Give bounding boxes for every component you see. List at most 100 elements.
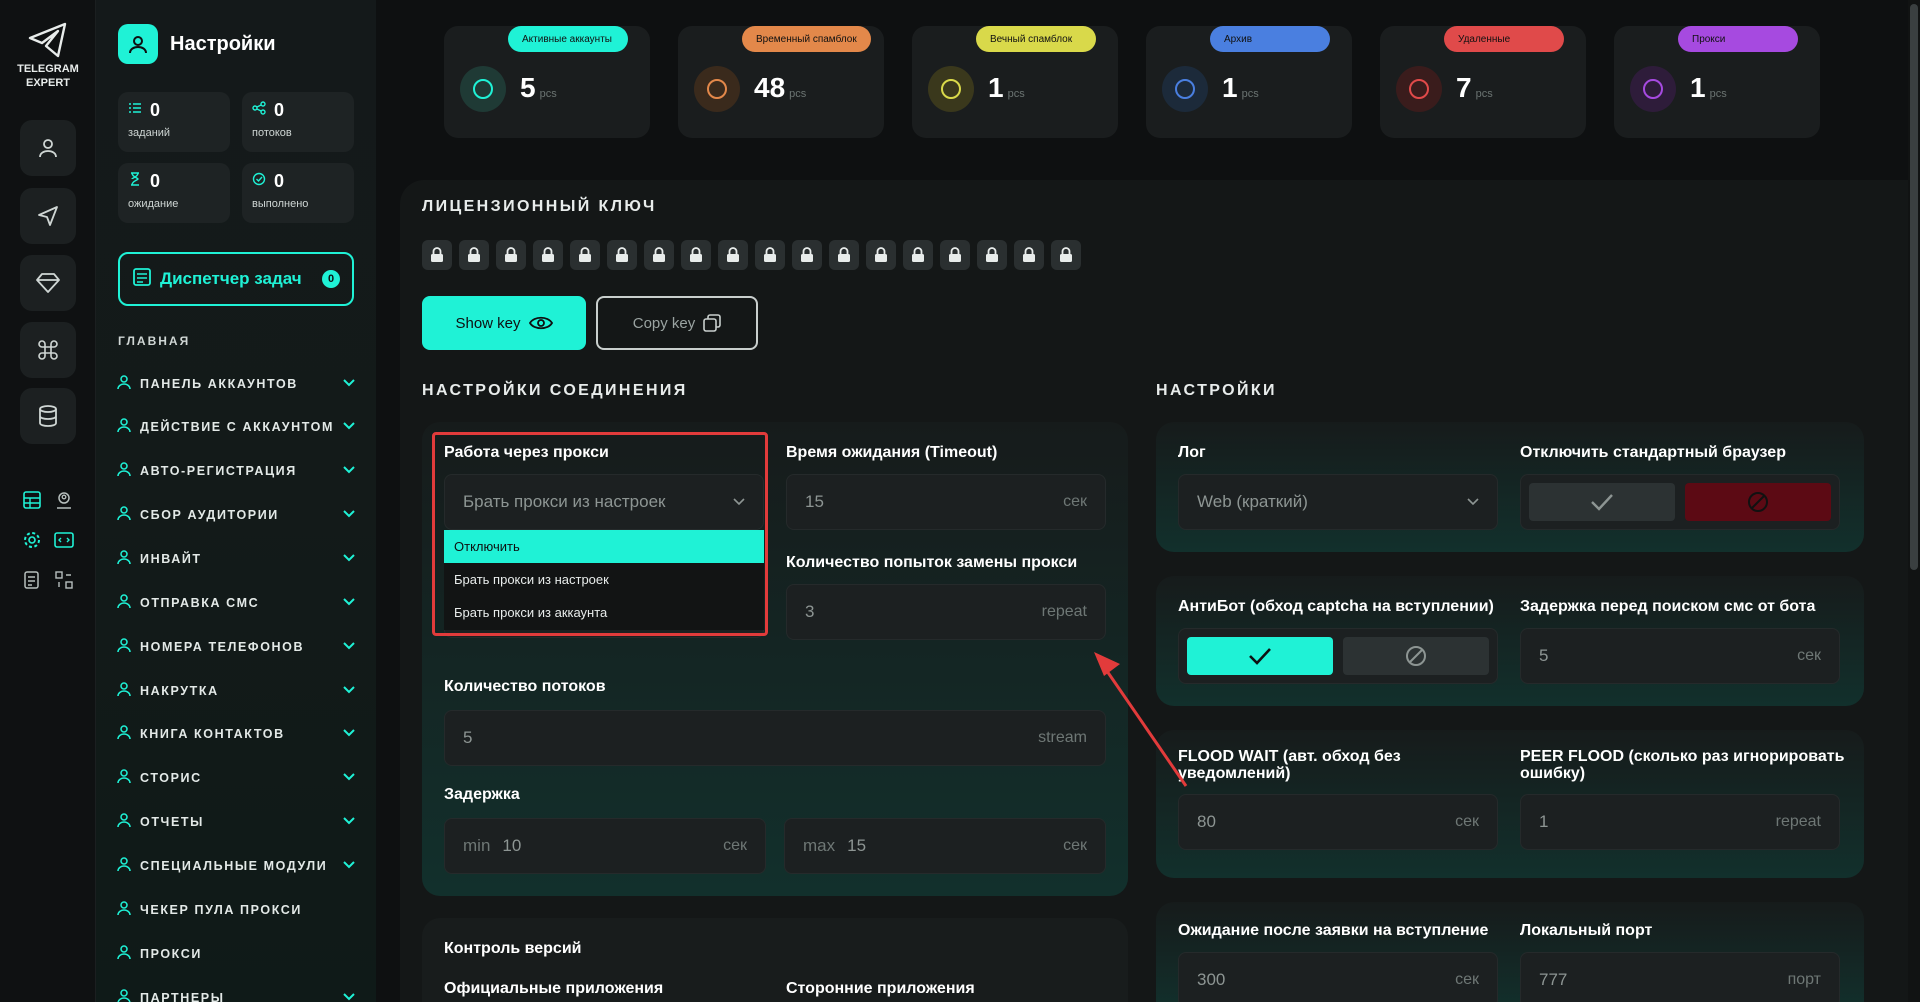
nav-item-label: ПРОКСИ (140, 947, 202, 961)
rail-doc-button[interactable] (20, 568, 44, 592)
antibot-toggle-yes[interactable] (1187, 637, 1333, 675)
document-icon (24, 571, 39, 589)
log-select[interactable]: Web (краткий) (1178, 474, 1498, 530)
lock-icon (422, 240, 452, 270)
stat-count-value: 48 (754, 72, 786, 103)
antibot-label: АнтиБот (обход captcha на вступлении) (1178, 598, 1494, 615)
diamond-icon (36, 273, 60, 293)
stat-value: 0 (274, 100, 285, 120)
copy-icon (703, 314, 722, 332)
flood-wait-input[interactable]: 80 сек (1178, 794, 1498, 850)
nav-item[interactable]: ПРОКСИ (116, 942, 356, 966)
nav-section-title: ГЛАВНАЯ (118, 334, 191, 348)
nav-item[interactable]: ОТПРАВКА СМС (116, 591, 356, 615)
join-wait-label: Ожидание после заявки на вступление (1178, 922, 1489, 939)
sms-delay-input[interactable]: 5 сек (1520, 628, 1840, 684)
rail-code-button[interactable] (52, 528, 76, 552)
nav-item[interactable]: КНИГА КОНТАКТОВ (116, 722, 356, 746)
lock-icon (903, 240, 933, 270)
icon-rail: TELEGRAM EXPERT (0, 0, 96, 1002)
folder-user-icon (1162, 66, 1208, 112)
nav-item[interactable]: АВТО-РЕГИСТРАЦИЯ (116, 459, 356, 483)
browser-toggle-yes[interactable] (1529, 483, 1675, 521)
stat-count: 1 pcs (988, 72, 1025, 104)
peer-flood-input[interactable]: 1 repeat (1520, 794, 1840, 850)
show-key-button[interactable]: Show key (422, 296, 586, 350)
timeout-label: Время ожидания (Timeout) (786, 444, 998, 461)
task-manager-button[interactable]: Диспетчер задач 0 (118, 252, 354, 306)
user-heart-icon (460, 66, 506, 112)
lock-icon (940, 240, 970, 270)
peer-flood-unit: repeat (1775, 813, 1821, 830)
timeout-unit: сек (1063, 493, 1087, 510)
lock-icon (459, 240, 489, 270)
sms-delay-unit: сек (1797, 647, 1821, 664)
stat-count-unit: pcs (1475, 88, 1493, 100)
lock-icon (755, 240, 785, 270)
nav-item-label: ПАРТНЕРЫ (140, 991, 225, 1002)
code-window-icon (54, 532, 74, 548)
swap-icon (55, 571, 73, 589)
stat-card-top[interactable]: Активные аккаунты 5 pcs (444, 26, 650, 138)
rail-diamond-button[interactable] (20, 255, 76, 311)
proxy-retries-input[interactable]: 3 repeat (786, 584, 1106, 640)
stat-count: 5 pcs (520, 72, 557, 104)
sidebar: Настройки 0 заданий 0 потоков 0 ожидание… (96, 0, 376, 1002)
scrollbar[interactable] (1908, 0, 1920, 1002)
copy-key-button[interactable]: Copy key (596, 296, 758, 350)
nav-item[interactable]: СБОР АУДИТОРИИ (116, 503, 356, 527)
stat-card-top[interactable]: Удаленные 7 pcs (1380, 26, 1586, 138)
stat-count-unit: pcs (789, 88, 807, 100)
stat-card-top[interactable]: Архив 1 pcs (1146, 26, 1352, 138)
telegram-logo-icon (28, 22, 67, 58)
app-root: TELEGRAM EXPERT Настройки 0 заданий 0 по… (0, 0, 1920, 1002)
official-apps-label: Официальные приложения (444, 980, 664, 997)
delay-min-input[interactable]: min 10 сек (444, 818, 766, 874)
users-icon (116, 988, 132, 1002)
rail-settings-button[interactable] (20, 528, 44, 552)
chevron-down-icon (342, 506, 356, 524)
nav-item[interactable]: СТОРИС (116, 766, 356, 790)
highlight-frame (432, 432, 768, 636)
nav-item[interactable]: ЧЕКЕР ПУЛА ПРОКСИ (116, 898, 356, 922)
stat-card-top[interactable]: Прокси 1 pcs (1614, 26, 1820, 138)
rail-swap-button[interactable] (52, 568, 76, 592)
rail-command-button[interactable] (20, 322, 76, 378)
nav-item-label: ОТПРАВКА СМС (140, 596, 260, 610)
rail-database-button[interactable] (20, 388, 76, 444)
rail-table-button[interactable] (20, 488, 44, 512)
timeout-value: 15 (805, 492, 824, 511)
stat-card-top[interactable]: Вечный спамблок 1 pcs (912, 26, 1118, 138)
antibot-toggle-no[interactable] (1343, 637, 1489, 675)
chevron-down-icon (342, 769, 356, 787)
proxy-retries-value: 3 (805, 602, 815, 621)
nav-item[interactable]: ИНВАЙТ (116, 547, 356, 571)
command-icon (38, 340, 58, 360)
join-wait-input[interactable]: 300 сек (1178, 952, 1498, 1002)
browser-toggle-no[interactable] (1685, 483, 1831, 521)
rail-location-button[interactable] (52, 488, 76, 512)
nav-item[interactable]: ДЕЙСТВИЕ С АККАУНТОМ (116, 415, 356, 439)
stat-card-top[interactable]: Временный спамблок 48 pcs (678, 26, 884, 138)
user-icon (116, 417, 132, 438)
stat-count-unit: pcs (1241, 88, 1259, 100)
sidebar-header: Настройки (118, 24, 276, 64)
gear-icon (24, 532, 40, 548)
nav-item[interactable]: ПАНЕЛЬ АККАУНТОВ (116, 372, 356, 396)
local-port-input[interactable]: 777 порт (1520, 952, 1840, 1002)
nav-item[interactable]: НАКРУТКА (116, 679, 356, 703)
delay-label: Задержка (444, 786, 520, 803)
scrollbar-thumb[interactable] (1910, 4, 1918, 570)
nav-item[interactable]: ПАРТНЕРЫ (116, 986, 356, 1002)
log-value: Web (краткий) (1197, 492, 1308, 511)
rail-user-button[interactable] (20, 120, 76, 176)
nav-item[interactable]: НОМЕРА ТЕЛЕФОНОВ (116, 635, 356, 659)
nav-item[interactable]: СПЕЦИАЛЬНЫЕ МОДУЛИ (116, 854, 356, 878)
rail-send-button[interactable] (20, 188, 76, 244)
nav-item-label: НАКРУТКА (140, 684, 219, 698)
timeout-input[interactable]: 15 сек (786, 474, 1106, 530)
delay-max-input[interactable]: max 15 сек (784, 818, 1106, 874)
app-logo[interactable]: TELEGRAM EXPERT (10, 22, 86, 90)
nav-item[interactable]: ОТЧЕТЫ (116, 810, 356, 834)
threads-input[interactable]: 5 stream (444, 710, 1106, 766)
